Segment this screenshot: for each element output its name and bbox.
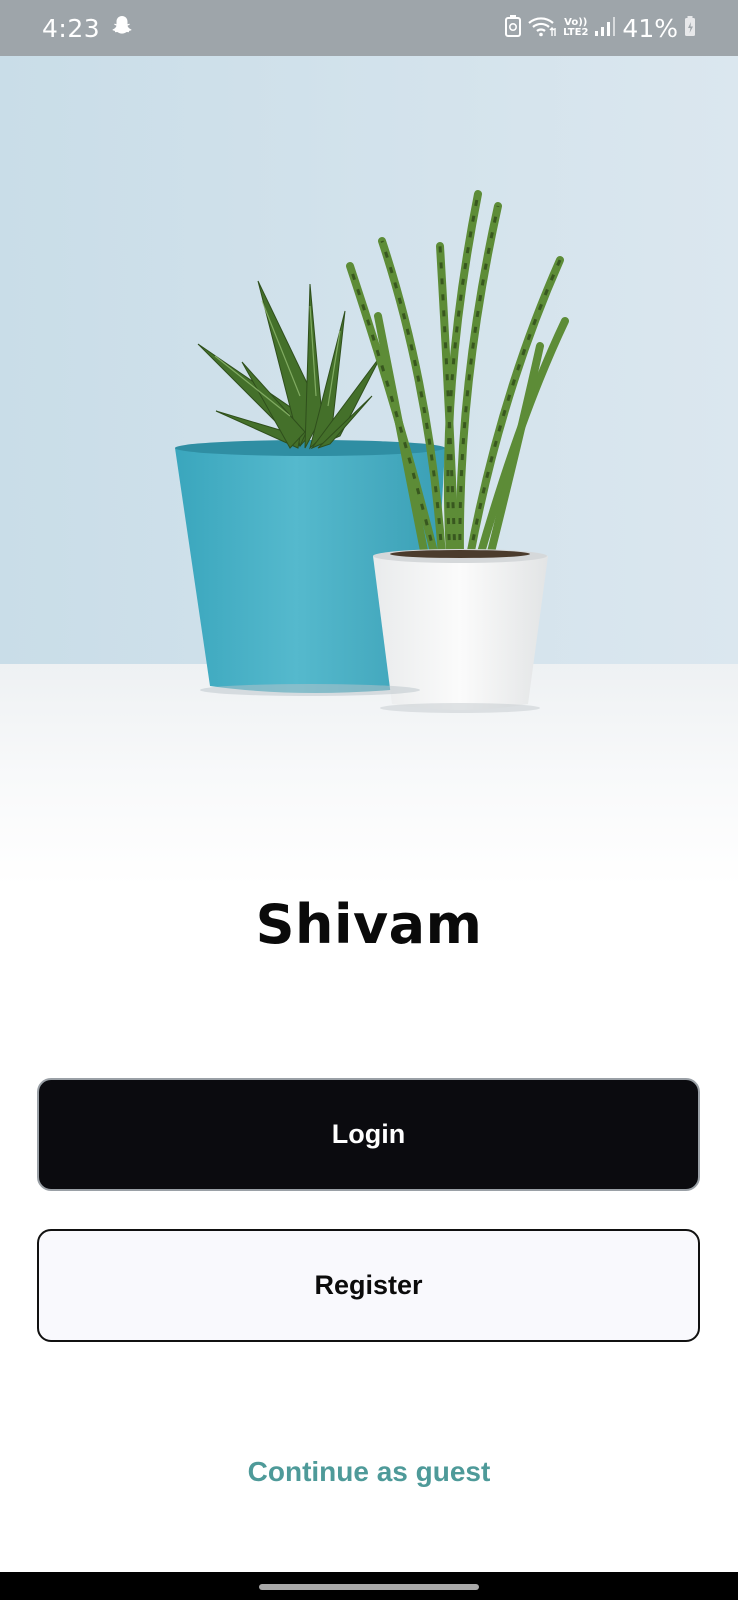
hero-image: [0, 56, 738, 886]
battery-percent: 41%: [622, 13, 678, 43]
battery-charging-icon: [684, 15, 696, 41]
navigation-bar: [0, 1572, 738, 1600]
potted-plants-illustration: [0, 56, 738, 886]
register-button[interactable]: Register: [37, 1229, 700, 1342]
continue-as-guest-link[interactable]: Continue as guest: [0, 1456, 738, 1488]
snapchat-icon: [110, 14, 134, 42]
login-button-label: Login: [331, 1119, 406, 1149]
status-time: 4:23: [42, 13, 101, 43]
login-button[interactable]: Login: [37, 1078, 700, 1191]
network-type: Vo)) LTE2: [563, 18, 588, 38]
home-indicator[interactable]: [259, 1584, 479, 1590]
status-left: 4:23: [42, 14, 134, 43]
register-button-label: Register: [314, 1270, 423, 1300]
network-lte: LTE2: [563, 27, 589, 38]
app-title: Shivam: [255, 893, 483, 956]
status-right: Vo)) LTE2 41%: [505, 14, 696, 43]
signal-icon: [594, 15, 616, 41]
wifi-icon: [527, 15, 557, 41]
battery-saver-icon: [505, 15, 522, 41]
status-bar: 4:23 Vo)) LTE2 41%: [0, 0, 738, 56]
